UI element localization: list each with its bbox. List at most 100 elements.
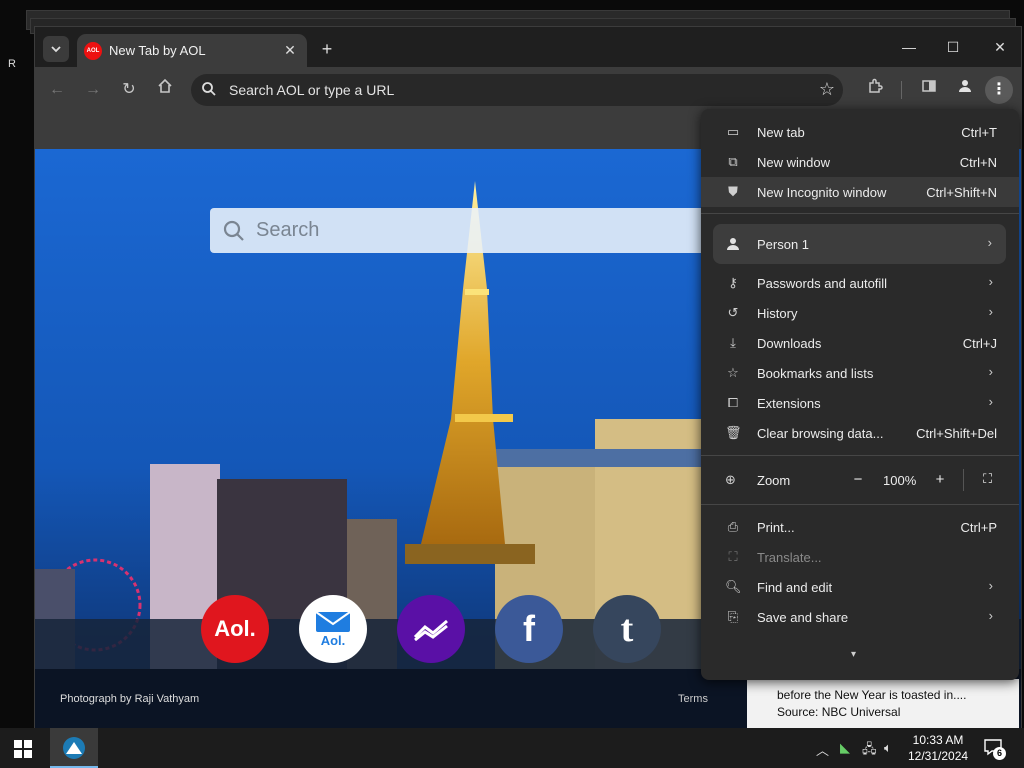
notification-center-button[interactable]: 6 [984, 738, 1006, 760]
quick-link-facebook[interactable]: f [495, 595, 563, 663]
back-icon[interactable]: ← [45, 78, 69, 102]
quick-link-tumblr[interactable]: t [593, 595, 661, 663]
toolbar: ← → ↻ Search AOL or type a URL ☆ ⋮ [35, 67, 1021, 113]
tab-bar: AOL New Tab by AOL ✕ + — ☐ ✕ [35, 27, 1021, 67]
maximize-button[interactable]: ☐ [933, 35, 973, 59]
menu-item-downloads[interactable]: ⤓ Downloads Ctrl+J [701, 328, 1019, 358]
menu-zoom-row: ⊕ Zoom − 100% + ⛶ [701, 465, 1019, 495]
aol-favicon-icon: AOL [84, 42, 102, 60]
home-button[interactable] [153, 78, 177, 102]
chevron-right-icon: › [987, 235, 992, 250]
nvidia-tray-icon[interactable]: ◣ [840, 740, 850, 756]
news-line: before the New Year is toasted in.... [777, 688, 967, 702]
chrome-main-menu: ▭ New tab Ctrl+T ⧉ New window Ctrl+N ⛊ N… [701, 109, 1019, 680]
new-tab-button[interactable]: + [317, 39, 337, 59]
menu-label: New window [757, 155, 830, 170]
person-icon [727, 238, 739, 250]
search-icon [202, 82, 216, 96]
system-clock[interactable]: 10:33 AM 12/31/2024 [908, 732, 968, 764]
chevron-right-icon: › [988, 304, 993, 319]
close-window-button[interactable]: ✕ [980, 35, 1020, 59]
menu-item-person[interactable]: Person 1 › [713, 224, 1006, 264]
extensions-icon[interactable] [863, 78, 887, 102]
menu-item-clear-browsing-data[interactable]: 🗑︎ Clear browsing data... Ctrl+Shift+Del [701, 418, 1019, 448]
minimize-button[interactable]: — [889, 35, 929, 59]
menu-item-bookmarks[interactable]: ☆ Bookmarks and lists › [701, 358, 1019, 388]
menu-label: Print... [757, 520, 795, 535]
menu-item-new-incognito-window[interactable]: ⛊ New Incognito window Ctrl+Shift+N [701, 177, 1019, 207]
menu-item-print[interactable]: ⎙ Print... Ctrl+P [701, 512, 1019, 542]
chevron-down-icon [51, 46, 61, 53]
menu-label: Find and edit [757, 580, 833, 595]
menu-separator [701, 504, 1019, 505]
terms-link[interactable]: Terms [678, 693, 708, 705]
menu-shortcut: Ctrl+T [961, 125, 997, 140]
menu-label: Translate... [757, 550, 822, 565]
history-icon: ↺ [727, 305, 739, 320]
translate-icon: ⛶ [728, 549, 738, 564]
menu-item-save-and-share[interactable]: ⎘ Save and share › [701, 602, 1019, 632]
search-placeholder: Search [256, 219, 320, 241]
tab-close-icon[interactable]: ✕ [281, 41, 299, 59]
menu-separator [701, 455, 1019, 456]
menu-label: Clear browsing data... [757, 426, 884, 441]
zoom-value: 100% [883, 473, 917, 488]
omnibox[interactable]: Search AOL or type a URL ☆ [191, 74, 843, 106]
search-icon [223, 220, 244, 241]
menu-label: New Incognito window [757, 185, 887, 200]
quick-link-aol[interactable]: Aol. [201, 595, 269, 663]
chevron-right-icon: › [988, 274, 993, 289]
news-scrollbar[interactable] [991, 679, 1019, 729]
photo-credit[interactable]: Photograph by Raji Vathyam [60, 693, 199, 705]
volume-muted-icon[interactable]: 🔈︎ [884, 740, 892, 756]
forward-icon[interactable]: → [81, 78, 105, 102]
star-icon: ☆ [727, 365, 739, 380]
clock-date: 12/31/2024 [908, 749, 969, 763]
finance-chart-icon [413, 619, 448, 641]
scroll-down-icon[interactable]: ▾ [851, 649, 856, 660]
menu-item-new-window[interactable]: ⧉ New window Ctrl+N [701, 147, 1019, 177]
quick-link-aol-mail[interactable]: Aol. [299, 595, 367, 663]
fullscreen-icon[interactable]: ⛶ [983, 471, 992, 487]
side-panel-icon[interactable] [917, 78, 941, 102]
tab-search-button[interactable] [43, 36, 69, 62]
news-card[interactable]: before the New Year is toasted in.... So… [747, 679, 1019, 729]
menu-item-passwords[interactable]: ⚷ Passwords and autofill › [701, 268, 1019, 298]
menu-shortcut: Ctrl+N [959, 155, 997, 170]
menu-label: History [757, 306, 798, 321]
browser-app-icon [63, 737, 85, 759]
network-icon[interactable]: 🖧︎ [862, 740, 877, 762]
tab-new-tab-aol[interactable]: AOL New Tab by AOL ✕ [77, 34, 307, 67]
menu-item-find-and-edit[interactable]: 🔍︎ Find and edit › [701, 572, 1019, 602]
windows-start-icon[interactable] [14, 740, 32, 758]
menu-item-history[interactable]: ↺ History › [701, 298, 1019, 328]
aol-logo-text: Aol. [214, 616, 256, 641]
aol-search-box[interactable]: Search [210, 208, 720, 253]
menu-label: Downloads [757, 336, 822, 351]
quick-link-finance[interactable] [397, 595, 465, 663]
bookmark-star-icon[interactable]: ☆ [819, 79, 835, 100]
menu-label: Passwords and autofill [757, 276, 888, 291]
chevron-right-icon: › [988, 578, 993, 593]
menu-label: Extensions [757, 396, 821, 411]
desktop-text-fragment: R [8, 58, 16, 70]
zoom-icon: ⊕ [725, 472, 736, 487]
menu-label: New tab [757, 125, 805, 140]
menu-item-translate[interactable]: ⛶ Translate... [701, 542, 1019, 572]
reload-icon[interactable]: ↻ [117, 78, 141, 102]
menu-item-extensions[interactable]: ⧠ Extensions › [701, 388, 1019, 418]
key-icon: ⚷ [728, 275, 738, 290]
person-label: Person 1 [757, 237, 810, 252]
zoom-out-button[interactable]: − [851, 471, 865, 488]
tab-title: New Tab by AOL [109, 43, 206, 58]
chrome-menu-button[interactable]: ⋮ [985, 76, 1013, 104]
facebook-icon: f [523, 608, 535, 649]
profile-icon[interactable] [953, 78, 977, 102]
aol-mail-text: Aol. [320, 632, 346, 648]
trash-icon: 🗑︎ [725, 425, 742, 440]
tray-chevron-up-icon[interactable]: ︿ [816, 740, 829, 759]
menu-item-new-tab[interactable]: ▭ New tab Ctrl+T [701, 117, 1019, 147]
mail-icon [315, 610, 351, 632]
zoom-in-button[interactable]: + [933, 471, 947, 488]
taskbar-browser-app[interactable] [50, 728, 98, 768]
